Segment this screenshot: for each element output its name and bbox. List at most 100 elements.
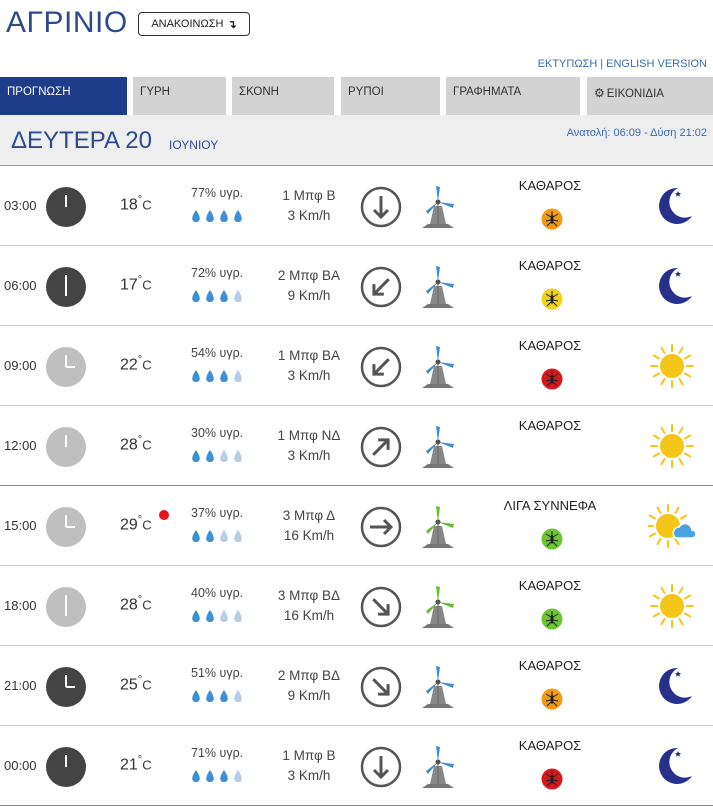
tab-charts[interactable]: ΓΡΑΦΗΜΑΤΑ <box>446 77 580 115</box>
temperature: 17°C <box>120 274 152 294</box>
humidity-label: 72% υγρ. <box>191 266 244 280</box>
time-label: 09:00 <box>4 358 37 373</box>
wind-speed: 3 Km/h <box>287 208 331 223</box>
tab-pollutants[interactable]: ΡΥΠΟΙ <box>341 77 440 115</box>
sky-condition: ΚΑΘΑΡΟΣ <box>518 178 582 193</box>
wind-direction-icon <box>360 186 402 228</box>
mosquito-icon <box>541 208 563 230</box>
humidity-label: 77% υγρ. <box>191 186 244 200</box>
wind-direction-icon <box>360 746 402 788</box>
humidity-label: 54% υγρ. <box>191 346 244 360</box>
temperature-value: 25 <box>120 676 138 694</box>
wind-info: 2 Μπφ ΒΔ 9 Km/h <box>264 666 354 706</box>
top-links: ΕΚΤΥΠΩΣΗ | ENGLISH VERSION <box>538 58 707 70</box>
humidity-drops-icon <box>190 768 250 784</box>
clock-icon <box>45 426 87 468</box>
tab-dust[interactable]: ΣΚΟΝΗ <box>232 77 334 115</box>
mosquito-icon <box>541 768 563 790</box>
english-version-link[interactable]: ENGLISH VERSION <box>606 58 707 70</box>
time-label: 15:00 <box>4 518 37 533</box>
humidity-drops-icon <box>190 288 250 304</box>
sky-condition: ΚΑΘΑΡΟΣ <box>518 418 582 433</box>
link-separator: | <box>600 58 604 70</box>
temperature-value: 28 <box>120 436 138 454</box>
humidity-drops-icon <box>190 448 250 464</box>
wind-info: 3 Μπφ Δ 16 Km/h <box>264 506 354 546</box>
moon-icon <box>648 262 696 310</box>
tab-label: ΓΡΑΦΗΜΑΤΑ <box>453 86 522 98</box>
wind-info: 3 Μπφ ΒΔ 16 Km/h <box>264 586 354 626</box>
mosquito-icon <box>541 688 563 710</box>
moon-icon <box>648 662 696 710</box>
humidity-drops-icon <box>190 528 250 544</box>
sky-condition: ΚΑΘΑΡΟΣ <box>518 258 582 273</box>
wind-speed: 9 Km/h <box>287 688 331 703</box>
wind-beaufort: 2 Μπφ ΒΔ <box>277 668 341 683</box>
announce-button[interactable]: ΑΝΑΚΟΙΝΩΣΗ ↴ <box>138 12 250 36</box>
celsius-unit: C <box>142 197 152 213</box>
humidity-label: 30% υγρ. <box>191 426 244 440</box>
time-label: 03:00 <box>4 198 37 213</box>
clock-icon <box>45 346 87 388</box>
wind-speed: 3 Km/h <box>287 368 331 383</box>
month-name: ΙΟΥΝΙΟΥ <box>169 138 219 152</box>
wind-direction-icon <box>360 666 402 708</box>
tab-bar: ΠΡΟΓΝΩΣΗ ΓΥΡΗ ΣΚΟΝΗ ΡΥΠΟΙ ΓΡΑΦΗΜΑΤΑ ⚙ ΕΙΚ… <box>0 77 713 115</box>
forecast-row: 03:00 18°C 77% υγρ. 1 Μπφ Β 3 Km/h ΚΑΘΑΡΟΣ <box>0 166 713 246</box>
mosquito-icon <box>541 608 563 630</box>
city-title: ΑΓΡΙΝΙΟ <box>6 6 128 39</box>
wind-beaufort: 3 Μπφ ΒΔ <box>277 588 341 603</box>
temperature: 22°C <box>120 354 152 374</box>
wind-turbine-icon <box>416 424 460 470</box>
tab-label: ΕΙΚΟΝΙΔΙΑ <box>606 88 664 100</box>
clock-icon <box>45 666 87 708</box>
sun-icon <box>648 582 696 630</box>
forecast-table: 03:00 18°C 77% υγρ. 1 Μπφ Β3 Km/h ΚΑΘΑΡΟΣ 06:… <box>0 166 713 806</box>
mosquito-icon <box>541 368 563 390</box>
sky-condition: ΚΑΘΑΡΟΣ <box>518 658 582 673</box>
clock-icon <box>45 586 87 628</box>
wind-beaufort: 1 Μπφ ΒΑ <box>277 348 341 363</box>
temperature: 21°C <box>120 754 152 774</box>
wind-info: 1 Μπφ ΝΔ 3 Km/h <box>264 426 354 466</box>
wind-turbine-icon <box>416 504 460 550</box>
tab-label: ΡΥΠΟΙ <box>348 86 384 98</box>
time-label: 21:00 <box>4 678 37 693</box>
wind-beaufort: 3 Μπφ Δ <box>282 508 336 523</box>
forecast-row: 06:00 17°C 72% υγρ. 2 Μπφ ΒΑ 9 Km/h ΚΑΘΑΡΟΣ <box>0 246 713 326</box>
wind-direction-icon <box>360 266 402 308</box>
temperature: 25°C <box>120 674 152 694</box>
clock-icon <box>45 506 87 548</box>
humidity-label: 51% υγρ. <box>191 666 244 680</box>
tab-label: ΣΚΟΝΗ <box>239 86 279 98</box>
temperature-value: 18 <box>120 196 138 214</box>
wind-turbine-icon <box>416 344 460 390</box>
temperature-value: 17 <box>120 276 138 294</box>
celsius-unit: C <box>142 437 152 453</box>
print-link[interactable]: ΕΚΤΥΠΩΣΗ <box>538 58 598 70</box>
temperature: 28°C <box>120 594 152 614</box>
wind-info: 1 Μπφ Β 3 Km/h <box>264 746 354 786</box>
humidity-drops-icon <box>190 608 250 624</box>
tab-forecast[interactable]: ΠΡΟΓΝΩΣΗ <box>0 77 127 115</box>
wind-turbine-icon <box>416 744 460 790</box>
wind-turbine-icon <box>416 584 460 630</box>
wind-info: 1 Μπφ Β 3 Km/h <box>264 186 354 226</box>
tab-icons[interactable]: ⚙ ΕΙΚΟΝΙΔΙΑ <box>587 77 713 115</box>
temperature: 18°C <box>120 194 152 214</box>
forecast-row: 09:00 22°C 54% υγρ. 1 Μπφ ΒΑ 3 Km/h ΚΑΘΑΡΟΣ <box>0 326 713 406</box>
celsius-unit: C <box>142 357 152 373</box>
humidity-drops-icon <box>190 368 250 384</box>
moon-icon <box>648 182 696 230</box>
celsius-unit: C <box>142 517 152 533</box>
tab-pollen[interactable]: ΓΥΡΗ <box>133 77 226 115</box>
sky-condition: ΚΑΘΑΡΟΣ <box>518 338 582 353</box>
gear-icon: ⚙ <box>594 86 605 100</box>
temperature-value: 29 <box>120 516 138 534</box>
celsius-unit: C <box>142 757 152 773</box>
celsius-unit: C <box>142 597 152 613</box>
wind-turbine-icon <box>416 264 460 310</box>
temperature-value: 21 <box>120 756 138 774</box>
wind-direction-icon <box>360 506 402 548</box>
wind-direction-icon <box>360 586 402 628</box>
